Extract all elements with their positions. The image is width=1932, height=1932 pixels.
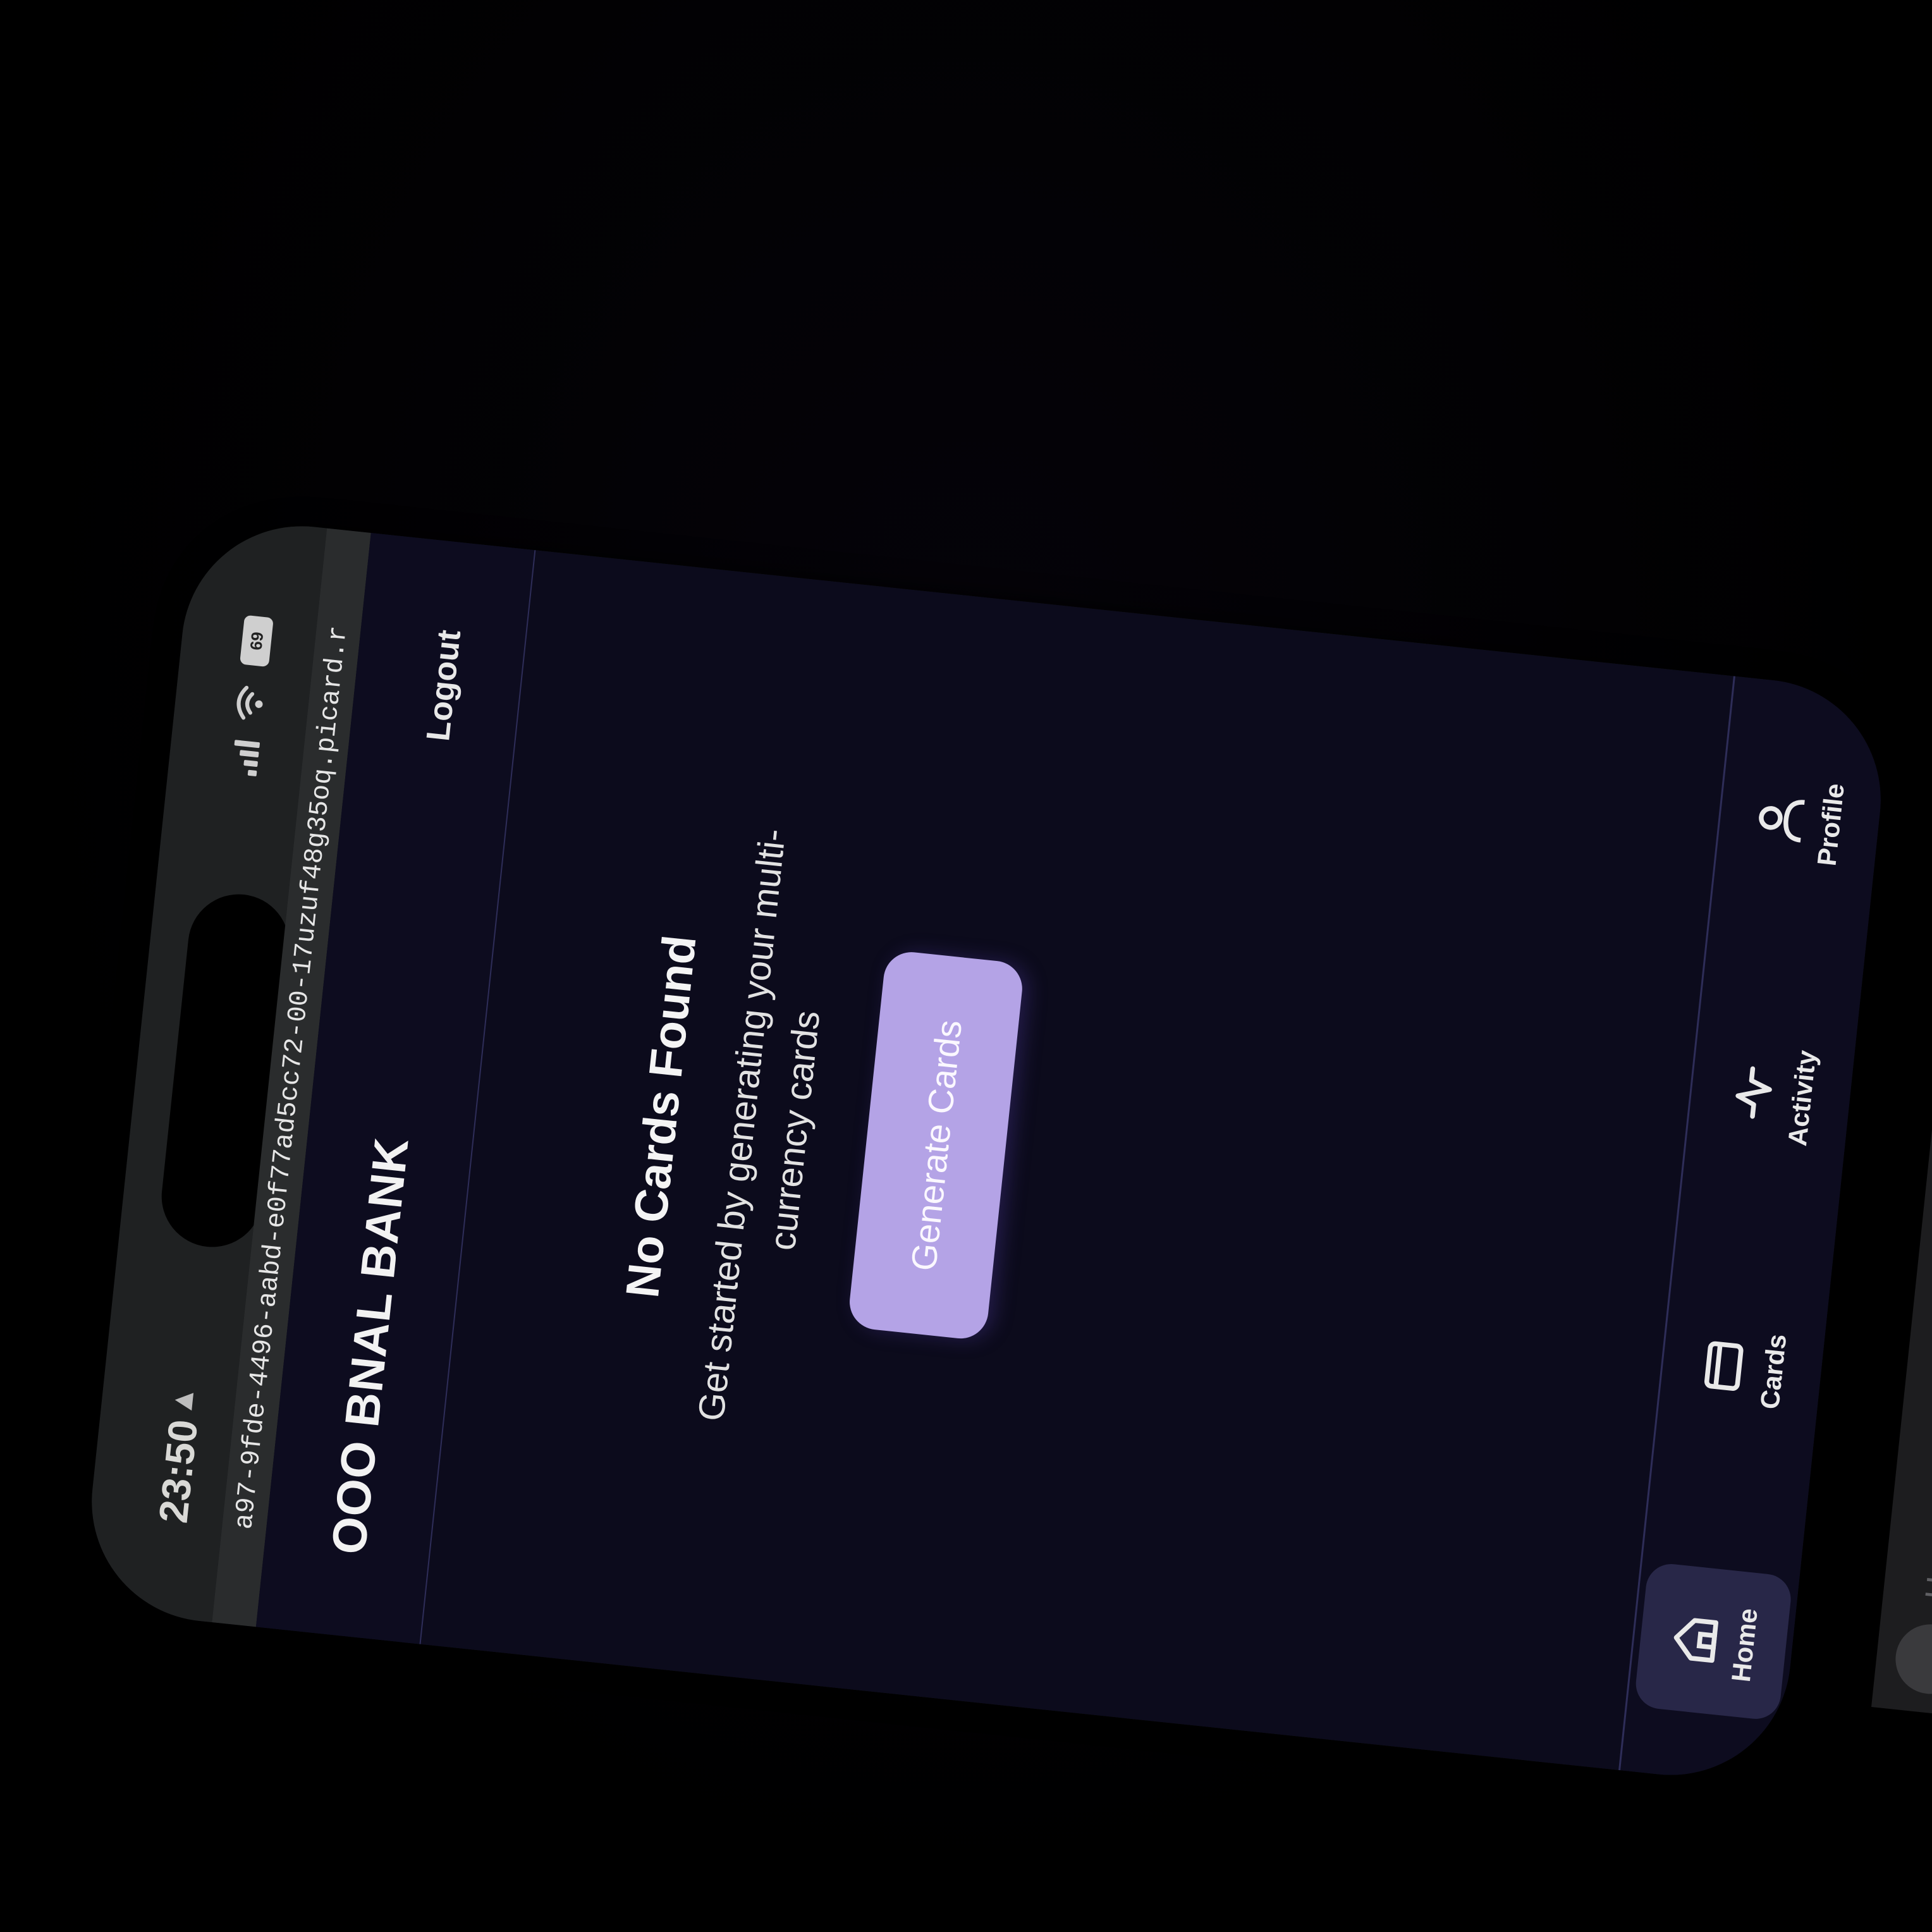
tab-activity[interactable]: Activity [1691, 1015, 1851, 1175]
app-container: OOO BNAL BANK Logout No Cards Found Get … [255, 532, 1893, 1787]
tab-cards[interactable]: Cards [1662, 1288, 1822, 1448]
tab-home[interactable]: Home [1633, 1562, 1794, 1722]
logout-button[interactable]: Logout [419, 628, 468, 743]
message-input-bar[interactable]: Напишіть повідомлення... [1871, 669, 1932, 1718]
tab-label: Activity [1782, 1049, 1822, 1147]
tab-profile[interactable]: Profile [1720, 742, 1880, 902]
generate-cards-button[interactable]: Generate Cards [847, 949, 1025, 1342]
photo-background: Напишіть повідомлення... 23:50 ▲ 69 a97-… [0, 0, 1932, 1932]
battery-indicator: 69 [239, 614, 274, 668]
tab-label: Cards [1754, 1332, 1792, 1411]
card-icon [1704, 1342, 1744, 1391]
status-time: 23:50 [150, 1417, 207, 1525]
phone-screen: 23:50 ▲ 69 a97-9fde-4496-aabd-e0f77ad5cc… [80, 514, 1893, 1787]
bottom-tab-bar: Home Cards Activity Profile [1618, 676, 1893, 1787]
home-icon [1673, 1618, 1718, 1663]
notification-icon: ▲ [164, 1384, 202, 1417]
activity-icon [1735, 1067, 1772, 1120]
tab-label: Profile [1811, 781, 1850, 867]
brand-title: OOO BNAL BANK [322, 1135, 419, 1557]
user-icon [1759, 800, 1805, 843]
wifi-icon [236, 685, 263, 720]
status-icons: 69 [228, 614, 274, 777]
message-input-placeholder: Напишіть повідомлення... [1918, 1221, 1932, 1601]
tab-label: Home [1725, 1606, 1763, 1684]
camera-icon[interactable] [1892, 1620, 1932, 1697]
signal-icon [229, 740, 260, 777]
